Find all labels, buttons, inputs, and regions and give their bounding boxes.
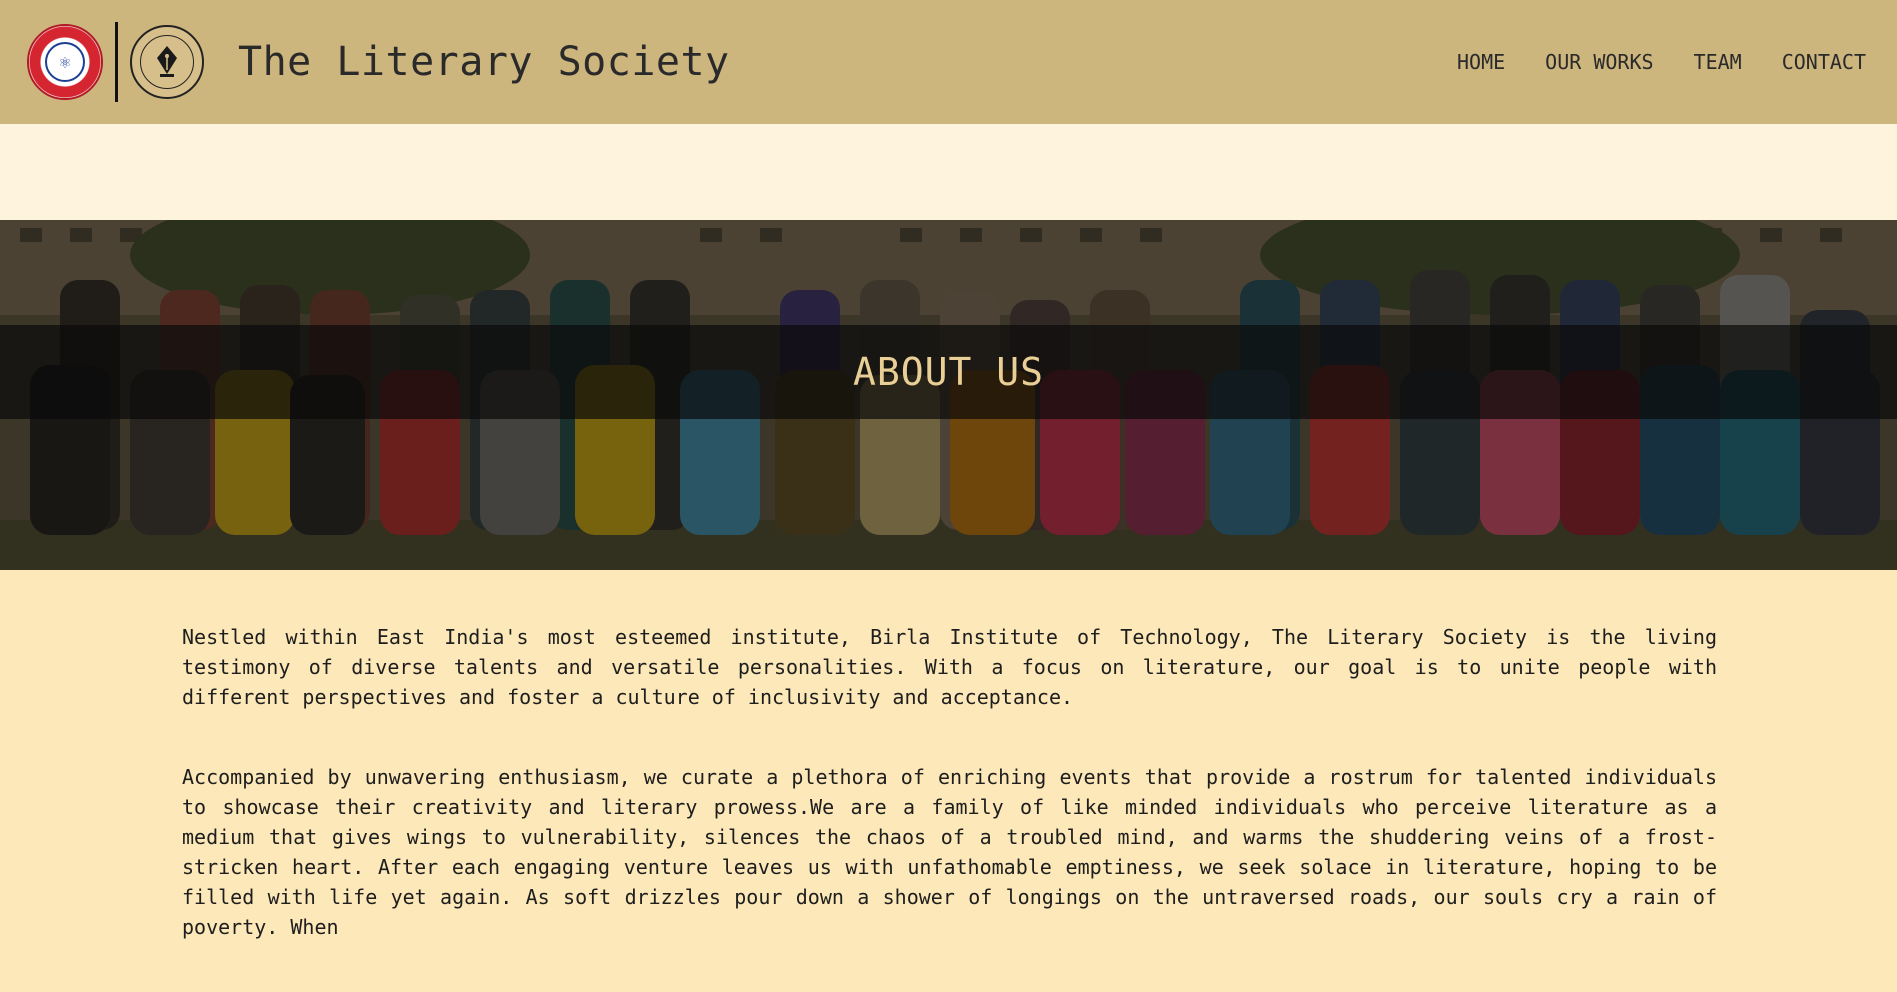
- pen-nib-icon: [140, 35, 194, 89]
- header-spacer-band: [0, 124, 1897, 220]
- about-content: Nestled within East India's most esteeme…: [182, 622, 1717, 992]
- logo-divider: [115, 22, 118, 102]
- literary-society-emblem-icon[interactable]: [130, 25, 204, 99]
- bit-mesra-emblem-icon[interactable]: ⚛: [27, 24, 103, 100]
- main-nav: HOME OUR WORKS TEAM CONTACT: [1417, 0, 1866, 124]
- about-paragraph: Accompanied by unwavering enthusiasm, we…: [182, 765, 1717, 939]
- about-us-heading: ABOUT US: [852, 350, 1045, 394]
- hero-title-bar: ABOUT US: [0, 325, 1897, 419]
- nav-contact-link[interactable]: CONTACT: [1782, 50, 1866, 74]
- nav-our-works-link[interactable]: OUR WORKS: [1545, 50, 1653, 74]
- site-title[interactable]: The Literary Society: [238, 39, 730, 85]
- logo-group[interactable]: ⚛: [27, 22, 204, 102]
- nav-home-link[interactable]: HOME: [1457, 50, 1505, 74]
- about-hero: ABOUT US: [0, 220, 1897, 570]
- atom-icon: ⚛: [45, 42, 85, 82]
- site-header: ⚛ The Literary Society HOME OUR WORKS TE…: [0, 0, 1897, 124]
- nav-team-link[interactable]: TEAM: [1694, 50, 1742, 74]
- about-paragraph: Nestled within East India's most esteeme…: [182, 625, 1717, 709]
